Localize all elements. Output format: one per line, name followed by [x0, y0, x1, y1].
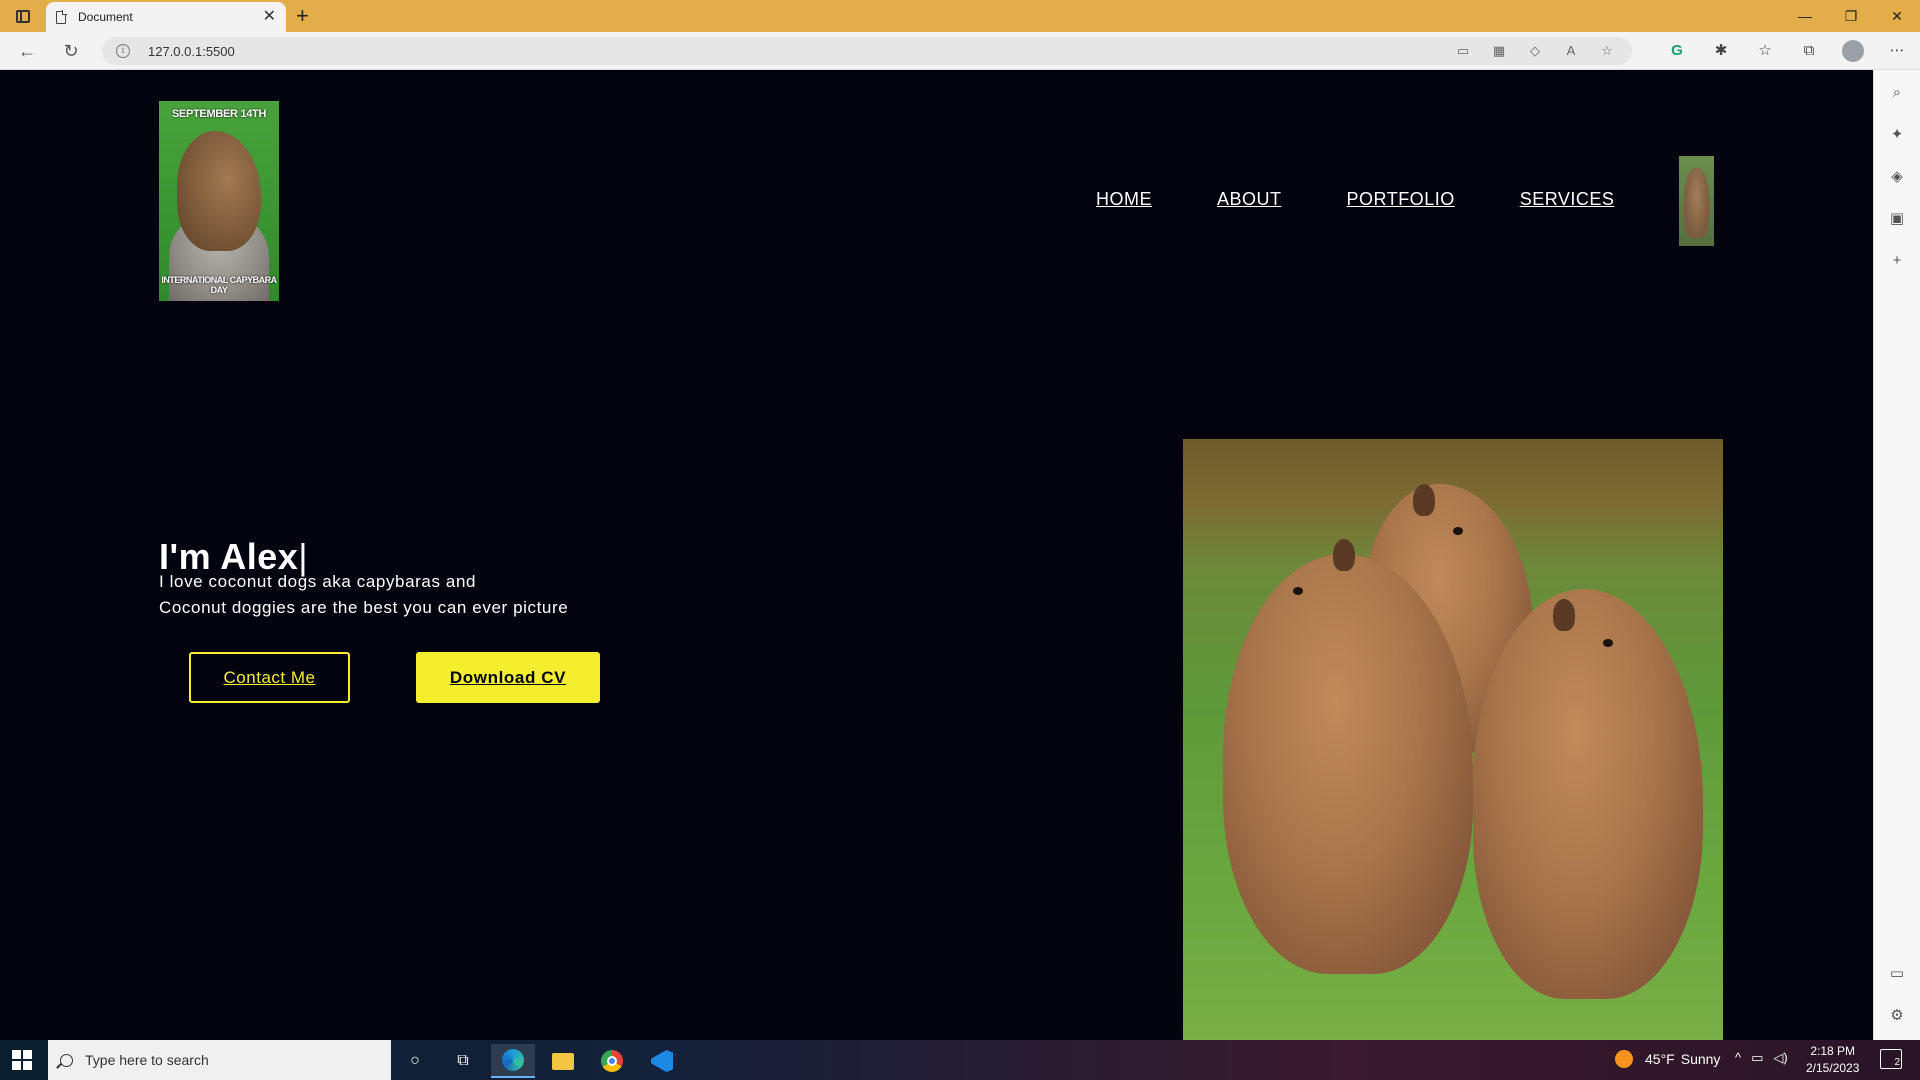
weather-temperature: 45°F	[1645, 1051, 1675, 1067]
sidebar-discover-icon[interactable]: ✦	[1886, 124, 1908, 146]
taskbar-vscode[interactable]	[640, 1044, 684, 1078]
grammarly-icon[interactable]: G	[1666, 40, 1688, 62]
nav-home[interactable]: HOME	[1096, 189, 1152, 210]
eye-shape	[1293, 587, 1303, 595]
taskbar-file-explorer[interactable]	[541, 1044, 585, 1078]
weather-condition: Sunny	[1680, 1051, 1721, 1067]
windows-taskbar: Type here to search ○ ⧉ 45°F Sunny ^ ▭ ◁…	[0, 1040, 1920, 1080]
page-icon	[56, 10, 67, 24]
reader-view-icon[interactable]: ▭	[1454, 42, 1472, 60]
site-logo[interactable]: SEPTEMBER 14TH INTERNATIONAL CAPYBARA DA…	[159, 101, 279, 301]
hero-name: I'm Alex	[159, 536, 299, 577]
browser-sidebar: ⌕ ✦ ◈ ▣ + ▭ ⚙	[1873, 70, 1920, 1040]
nav-capybara-thumbnail[interactable]	[1679, 156, 1714, 246]
vscode-icon	[651, 1050, 673, 1072]
folder-icon	[552, 1052, 574, 1070]
sidebar-settings-icon[interactable]: ⚙	[1886, 1005, 1908, 1027]
close-window-icon[interactable]: ✕	[1874, 0, 1920, 32]
taskbar-search[interactable]: Type here to search	[48, 1040, 391, 1080]
sidebar-games-icon[interactable]: ◈	[1886, 166, 1908, 188]
eye-shape	[1453, 527, 1463, 535]
volume-icon[interactable]: ◁)	[1773, 1050, 1787, 1066]
contact-me-button[interactable]: Contact Me	[189, 652, 350, 703]
more-menu-icon[interactable]: ⋯	[1886, 40, 1908, 62]
address-bar: ← ↻ i 127.0.0.1:5500 ▭ ▦ ◇ A ☆ G ✱ ☆ ⧉ ⋯	[0, 32, 1920, 70]
clock-time: 2:18 PM	[1810, 1044, 1856, 1058]
logo-capybara-head	[177, 131, 261, 251]
nav-services[interactable]: SERVICES	[1520, 189, 1615, 210]
collections-icon[interactable]: ⧉	[1798, 40, 1820, 62]
browser-tab-document[interactable]: Document ✕	[46, 2, 286, 32]
network-icon[interactable]: ▭	[1751, 1050, 1763, 1066]
notifications-icon[interactable]: 2	[1880, 1049, 1902, 1069]
tab-title: Document	[78, 10, 133, 24]
read-aloud-icon[interactable]: A	[1562, 42, 1580, 60]
capybara-right	[1473, 589, 1703, 999]
nav-portfolio[interactable]: PORTFOLIO	[1347, 189, 1455, 210]
tab-actions-icon[interactable]	[10, 5, 36, 27]
taskbar-clock[interactable]: 2:18 PM 2/15/2023	[1806, 1043, 1859, 1077]
clock-date: 2/15/2023	[1806, 1061, 1860, 1075]
weather-widget[interactable]: 45°F Sunny	[1615, 1050, 1726, 1068]
task-view-icon[interactable]: ⧉	[441, 1044, 485, 1078]
site-info-icon[interactable]: i	[116, 44, 130, 58]
taskbar-search-placeholder: Type here to search	[85, 1052, 209, 1068]
typing-cursor: |	[298, 536, 309, 577]
refresh-icon[interactable]: ↻	[58, 39, 84, 63]
minimize-icon[interactable]: —	[1782, 0, 1828, 32]
nav-about[interactable]: ABOUT	[1217, 189, 1282, 210]
capybaras-photo	[1183, 439, 1723, 1040]
back-icon[interactable]: ←	[14, 39, 40, 63]
sidebar-outlook-icon[interactable]: ▣	[1886, 208, 1908, 230]
ear-shape	[1413, 484, 1435, 516]
eye-shape	[1603, 639, 1613, 647]
url-actions: ▭ ▦ ◇ A ☆	[1454, 42, 1616, 60]
logo-bottom-text: INTERNATIONAL CAPYBARA DAY	[161, 275, 277, 295]
hero-text-line-1: I love coconut dogs aka capybaras and	[159, 572, 477, 591]
edge-icon	[502, 1049, 524, 1071]
taskbar-chrome[interactable]	[590, 1044, 634, 1078]
logo-top-text: SEPTEMBER 14TH	[171, 108, 267, 120]
ear-shape	[1333, 539, 1355, 571]
taskbar-edge[interactable]	[491, 1044, 535, 1078]
search-icon	[60, 1053, 73, 1067]
ear-shape	[1553, 599, 1575, 631]
favorites-icon[interactable]: ☆	[1754, 40, 1776, 62]
sidebar-search-icon[interactable]: ⌕	[1886, 82, 1908, 104]
url-field[interactable]: i 127.0.0.1:5500 ▭ ▦ ◇ A ☆	[102, 37, 1632, 65]
window-controls: — ❐ ✕	[1782, 0, 1920, 32]
main-nav: HOME ABOUT PORTFOLIO SERVICES	[1096, 189, 1614, 210]
system-tray: ^ ▭ ◁)	[1735, 1050, 1788, 1066]
chrome-icon	[601, 1050, 623, 1072]
sidebar-hide-icon[interactable]: ▭	[1886, 963, 1908, 985]
windows-start-icon[interactable]	[12, 1050, 32, 1070]
extensions-icon[interactable]: ✱	[1710, 40, 1732, 62]
sun-icon	[1615, 1050, 1633, 1068]
web-page: SEPTEMBER 14TH INTERNATIONAL CAPYBARA DA…	[0, 71, 1873, 1040]
new-tab-button[interactable]: +	[296, 4, 309, 28]
profile-avatar[interactable]	[1842, 40, 1864, 62]
tab-close-icon[interactable]: ✕	[263, 9, 276, 25]
browser-title-bar: Document ✕ + — ❐ ✕	[0, 0, 1920, 32]
hero-text-line-2: Coconut doggies are the best you can eve…	[159, 598, 569, 617]
url-text: 127.0.0.1:5500	[148, 43, 235, 59]
coupon-icon[interactable]: ◇	[1526, 42, 1544, 60]
cortana-icon[interactable]: ○	[393, 1044, 437, 1078]
favorite-add-icon[interactable]: ☆	[1598, 42, 1616, 60]
sidebar-add-icon[interactable]: +	[1886, 250, 1908, 272]
toolbar-icons: G ✱ ☆ ⧉ ⋯	[1666, 40, 1908, 62]
restore-icon[interactable]: ❐	[1828, 0, 1874, 32]
chevron-up-icon[interactable]: ^	[1735, 1050, 1741, 1066]
download-cv-button[interactable]: Download CV	[416, 652, 600, 703]
apps-icon[interactable]: ▦	[1490, 42, 1508, 60]
